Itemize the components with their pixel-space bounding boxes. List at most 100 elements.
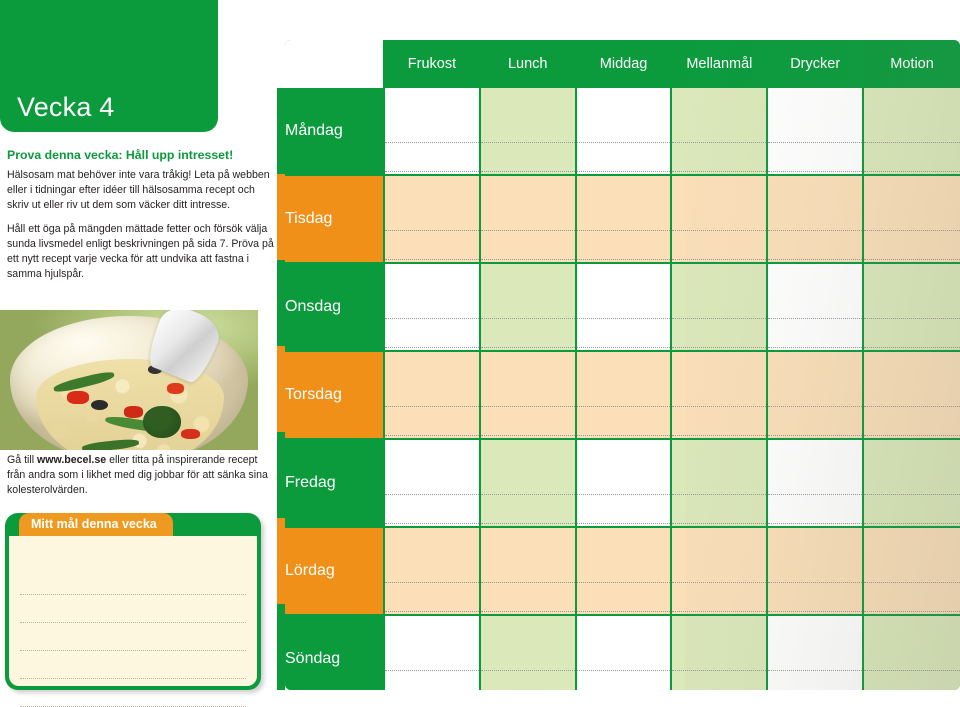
entry-rule-line (672, 642, 767, 671)
entry-rule-line (864, 642, 960, 671)
planner-entry-cell[interactable] (864, 352, 960, 440)
entry-rule-lines (864, 88, 960, 174)
planner-entry-cell[interactable] (576, 176, 673, 264)
planner-entry-cell[interactable] (864, 440, 960, 528)
entry-rule-line (576, 143, 671, 172)
planner-entry-cell[interactable] (768, 176, 865, 264)
entry-rule-line (385, 290, 479, 319)
entry-rule-line (577, 671, 671, 690)
planner-entry-cell[interactable] (768, 528, 865, 616)
planner-entry-cell[interactable] (480, 176, 577, 264)
planner-entry-cell[interactable] (768, 88, 865, 176)
entry-rule-line (385, 378, 479, 407)
goal-rule-line[interactable] (20, 623, 246, 651)
planner-entry-cell[interactable] (768, 440, 865, 528)
entry-rule-lines (672, 88, 767, 174)
entry-rule-line (576, 231, 671, 260)
entry-rule-lines (672, 616, 767, 690)
goal-box-writing-area[interactable] (9, 536, 257, 707)
photo-veg-pepper-4 (181, 429, 201, 440)
goal-rule-line[interactable] (20, 595, 246, 623)
planner-entry-cell[interactable] (672, 440, 769, 528)
row-accent-segment (277, 346, 285, 432)
planner-entry-cell[interactable] (480, 264, 577, 352)
planner-entry-cell[interactable] (864, 616, 960, 690)
planner-entry-cell[interactable] (864, 264, 960, 352)
entry-rule-lines (576, 440, 671, 526)
planner-column-header: Frukost (385, 40, 481, 88)
entry-rule-line (672, 554, 767, 583)
planner-day-row: Torsdag (285, 352, 960, 440)
entry-rule-line (672, 202, 767, 231)
planner-entry-cell[interactable] (385, 176, 481, 264)
entry-rule-lines (864, 616, 960, 690)
planner-entry-cell[interactable] (385, 616, 481, 690)
left-info-panel: Vecka 4 Prova denna vecka: Håll upp intr… (0, 0, 285, 707)
planner-entry-cell[interactable] (672, 176, 769, 264)
planner-entry-cell[interactable] (576, 88, 673, 176)
entry-rule-lines (768, 176, 863, 262)
goal-rule-line[interactable] (20, 651, 246, 679)
planner-entry-cell[interactable] (480, 352, 577, 440)
planner-entry-cell[interactable] (385, 264, 481, 352)
planner-column-header: Lunch (480, 40, 577, 88)
goal-rule-line[interactable] (20, 679, 246, 707)
entry-rule-lines (385, 352, 479, 438)
planner-entry-cell[interactable] (672, 264, 769, 352)
planner-entry-cell[interactable] (480, 616, 577, 690)
intro-paragraphs: Hälsosam mat behöver inte vara tråkig! L… (7, 168, 275, 291)
intro-paragraph-1: Hälsosam mat behöver inte vara tråkig! L… (7, 169, 270, 212)
planner-entry-cell[interactable] (768, 616, 865, 690)
planner-entry-cell[interactable] (672, 88, 769, 176)
entry-rule-lines (672, 528, 767, 614)
planner-entry-cell[interactable] (864, 88, 960, 176)
planner-entry-cell[interactable] (576, 440, 673, 528)
entry-rule-lines (672, 176, 767, 262)
planner-entry-cell[interactable] (672, 616, 769, 690)
planner-entry-cell[interactable] (576, 616, 673, 690)
entry-rule-line (480, 466, 575, 495)
planner-entry-cell[interactable] (672, 352, 769, 440)
entry-rule-line (480, 407, 575, 436)
entry-rule-lines (672, 352, 767, 438)
entry-rule-lines (864, 528, 960, 614)
planner-entry-cell[interactable] (480, 88, 577, 176)
becel-website-link[interactable]: www.becel.se (37, 454, 106, 466)
entry-rule-line (385, 143, 479, 172)
entry-rule-line (576, 554, 671, 583)
planner-entry-cell[interactable] (385, 352, 481, 440)
entry-rule-line (576, 202, 671, 231)
planner-entry-cell[interactable] (768, 352, 865, 440)
planner-entry-cell[interactable] (864, 176, 960, 264)
entry-rule-lines (576, 352, 671, 438)
planner-entry-cell[interactable] (672, 528, 769, 616)
planner-entry-cell[interactable] (385, 440, 481, 528)
entry-rule-line (480, 378, 575, 407)
entry-rule-line (480, 202, 575, 231)
planner-entry-cell[interactable] (576, 352, 673, 440)
planner-body: Måndag Tisdag Onsdag Torsdag Fredag Lördag Sön… (285, 88, 960, 690)
entry-rule-line (672, 114, 767, 143)
planner-entry-cell[interactable] (576, 264, 673, 352)
entry-rule-line (385, 407, 479, 436)
photo-veg-pepper-3 (166, 382, 184, 395)
goal-rule-line[interactable] (20, 567, 246, 595)
entry-rule-line (385, 671, 479, 690)
planner-entry-cell[interactable] (480, 528, 577, 616)
entry-rule-line (576, 290, 671, 319)
entry-rule-line (480, 642, 575, 671)
planner-entry-cell[interactable] (576, 528, 673, 616)
row-accent-segment (277, 604, 285, 690)
planner-entry-cell[interactable] (480, 440, 577, 528)
week-badge-label: Vecka 4 (17, 92, 115, 122)
planner-entry-cell[interactable] (864, 528, 960, 616)
row-accent-strip (277, 88, 285, 690)
tip-heading: Prova denna vecka: Håll upp intresset! (7, 148, 234, 162)
planner-entry-cell[interactable] (768, 264, 865, 352)
entry-rule-line (672, 231, 767, 260)
entry-rule-lines (576, 528, 671, 614)
entry-rule-lines (385, 88, 479, 174)
planner-entry-cell[interactable] (385, 528, 481, 616)
planner-entry-cell[interactable] (385, 88, 481, 176)
entry-rule-line (672, 319, 767, 348)
